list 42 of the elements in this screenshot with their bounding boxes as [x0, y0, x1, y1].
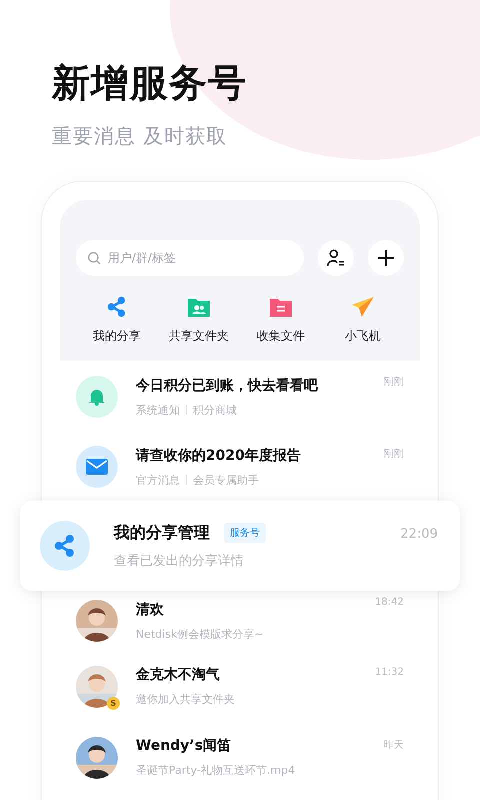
mail-icon — [76, 446, 118, 488]
level-badge: S — [107, 696, 120, 710]
shortcut-button[interactable]: 我的分享 — [76, 296, 158, 345]
plus-icon — [377, 249, 395, 267]
card-preview: 查看已发出的分享详情 — [114, 552, 244, 570]
search-icon — [88, 252, 101, 265]
folder-icon — [269, 296, 293, 318]
message-source: 官方消息 — [136, 472, 180, 488]
contacts-button[interactable] — [318, 240, 354, 276]
chat-time: 昨天 — [384, 739, 404, 752]
card-title: 我的分享管理 — [114, 522, 210, 544]
message-sender: 会员专属助手 — [193, 472, 259, 488]
chat-time: 18:42 — [375, 597, 404, 608]
message-title: 今日积分已到账，快去看看吧 — [136, 376, 320, 394]
message-source: 系统通知 — [136, 402, 180, 418]
share-icon — [53, 534, 77, 558]
shortcut-button[interactable]: 小飞机 — [322, 296, 404, 345]
search-field[interactable]: 用户/群/标签 — [76, 240, 304, 276]
message-title: 请查收你的2020年度报告 — [136, 446, 302, 464]
subline: 重要消息 及时获取 — [52, 123, 228, 150]
folder-icon — [187, 296, 211, 318]
message-sender: 积分商城 — [193, 402, 237, 418]
card-time: 22:09 — [400, 527, 438, 542]
featured-card[interactable]: 我的分享管理 服务号 查看已发出的分享详情 22:09 — [20, 501, 460, 591]
message-time: 刚刚 — [384, 448, 404, 461]
share-icon — [106, 296, 128, 318]
chat-preview: 圣诞节Party-礼物互送环节.mp4 — [136, 763, 296, 778]
shortcut-button[interactable]: 收集文件 — [240, 296, 322, 345]
chat-preview: Netdisk例会模版求分享~ — [136, 626, 264, 642]
message-time: 刚刚 — [384, 376, 404, 389]
service-tag: 服务号 — [224, 523, 266, 543]
headline: 新增服务号 — [52, 60, 248, 107]
bell-icon — [76, 376, 118, 418]
shortcut-button[interactable]: 共享文件夹 — [158, 296, 240, 345]
person-list-icon — [327, 249, 345, 267]
chat-preview: 邀你加入共享文件夹 — [136, 692, 235, 707]
chat-name: 清欢 — [136, 600, 165, 618]
chat-time: 11:32 — [375, 667, 404, 678]
add-button[interactable] — [368, 240, 404, 276]
chat-name: Wendy’s闻笛 — [136, 737, 232, 755]
chat-name: 金克木不淘气 — [136, 666, 221, 684]
paper-plane-icon — [351, 296, 375, 318]
